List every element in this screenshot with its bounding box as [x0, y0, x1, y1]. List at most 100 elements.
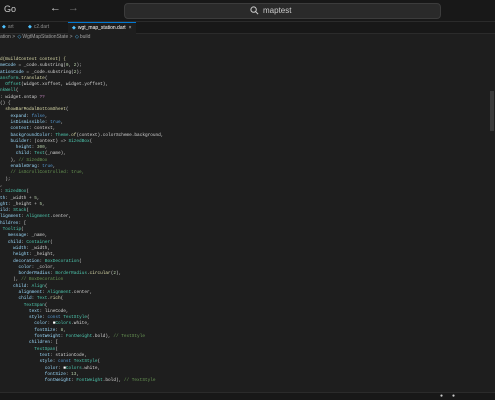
code-token: child [0, 296, 32, 302]
code-token: : _name, [26, 233, 48, 239]
code-token: text [0, 308, 40, 314]
code-token: decoration [0, 258, 40, 264]
tab-art[interactable]: ◆ art [2, 22, 14, 33]
dart-icon: ◆ [28, 24, 32, 30]
code-token: builder [0, 138, 29, 144]
code-token: BorderRadius [55, 271, 87, 277]
code-token: .center, [50, 214, 72, 220]
code-token: ); [0, 176, 11, 182]
code-token: : [ [18, 220, 27, 226]
feedback-icon[interactable]: ● [452, 394, 455, 399]
scroll-thumb[interactable] [490, 91, 494, 131]
code-token: FontWeight [76, 378, 103, 384]
code-token: : _color, [31, 264, 56, 270]
code-token: , [44, 145, 48, 151]
code-token: SizedBox [5, 189, 27, 195]
bell-icon[interactable]: ● [440, 394, 443, 399]
code-token: d(BuildContext context) { [0, 57, 66, 62]
code-token: text [0, 352, 51, 358]
code-token: Stack [13, 208, 27, 214]
code-token: enableDrag [0, 164, 37, 170]
code-token: ); [76, 63, 82, 69]
code-token: , [63, 327, 66, 333]
code-token: : widget.ontap [0, 94, 40, 100]
editor-scrollbar[interactable] [489, 41, 495, 393]
code-token: , [44, 113, 48, 119]
code-token: : _height, [28, 252, 56, 258]
code-token: : _width, [26, 245, 51, 251]
code-token: ( [60, 296, 64, 302]
code-token: // BoxDecoration [21, 277, 64, 283]
code-token: FontWeight [65, 334, 93, 340]
code-token: style [0, 315, 43, 321]
search-text: maptest [263, 6, 292, 15]
code-token: // TextStyle [113, 334, 145, 340]
code-token: = _code.substring( [15, 63, 66, 69]
code-token: , [52, 164, 56, 170]
code-token: Tooltip [2, 227, 22, 233]
code-token: TextStyle [73, 359, 98, 365]
code-token: child [0, 151, 29, 157]
code-token: ), [0, 277, 22, 283]
class-icon: ◇ [17, 34, 22, 40]
code-token: , [42, 201, 45, 207]
code-token: const [47, 315, 64, 321]
code-token: const [57, 359, 74, 365]
code-token: Theme [55, 132, 69, 138]
code-token: ( [26, 189, 30, 195]
code-token: Text [36, 296, 48, 302]
command-center-search[interactable]: maptest [124, 3, 441, 19]
code-token: .center, [71, 289, 93, 295]
code-token: ationCode [0, 69, 24, 75]
code-token: rich [50, 296, 61, 302]
code-token: : [ [50, 340, 58, 346]
code-token: fontWeight [0, 334, 61, 340]
code-token: false [31, 113, 45, 119]
code-token: : _width + [5, 195, 35, 201]
code-token: meCode [0, 63, 16, 69]
code-token: Colors [55, 321, 72, 327]
code-token: ( [79, 258, 82, 264]
code-token: ( [44, 283, 48, 289]
code-line[interactable]: fontWeight: FontWeight.bold), // TextSty… [0, 378, 495, 384]
search-icon [250, 6, 259, 15]
code-token: .bold), [102, 378, 124, 384]
code-token: ild [0, 208, 8, 214]
code-token: expand [0, 113, 27, 119]
code-token: message [0, 233, 27, 239]
breadcrumb-item[interactable]: build [80, 34, 91, 40]
code-editor[interactable]: d(BuildContext context) {meCode = _code.… [0, 57, 495, 384]
arrow-left-icon[interactable]: ← [52, 4, 59, 15]
code-token: .white, [81, 365, 101, 371]
code-token: , [76, 371, 80, 377]
tab-c2[interactable]: ◆ c2.dart [28, 22, 49, 33]
code-token: Container [26, 239, 51, 245]
code-token: Colors [65, 365, 82, 371]
code-token: context [0, 126, 29, 132]
breadcrumb-item[interactable]: WgtMapStationState [22, 34, 68, 40]
code-token: .bold), [92, 334, 114, 340]
code-token: style [0, 359, 53, 365]
code-token: ( [89, 138, 93, 144]
code-token: lignment [0, 214, 22, 220]
code-token: Text [34, 151, 45, 157]
code-token: ght [0, 201, 8, 207]
dart-icon: ◆ [72, 25, 76, 31]
code-token: translate [21, 75, 45, 81]
breadcrumb-item[interactable]: ation [0, 34, 11, 40]
arrow-right-icon[interactable]: → [70, 4, 77, 15]
code-token: isDismissible [0, 119, 45, 125]
code-token: fontSize [0, 371, 66, 377]
breadcrumb-separator: > [69, 34, 73, 40]
code-token: width [0, 245, 27, 251]
menu-go[interactable]: Go [4, 4, 16, 14]
close-icon[interactable]: × [129, 25, 132, 31]
code-token: : stationCode, [50, 352, 87, 358]
code-token: .white, [71, 321, 90, 327]
code-token: // TextStyle [123, 378, 156, 384]
code-token: 300 [36, 145, 45, 151]
code-token: height [0, 145, 32, 151]
code-token: children [0, 340, 51, 346]
method-icon: ◇ [74, 34, 79, 40]
code-token: ( [65, 107, 69, 113]
